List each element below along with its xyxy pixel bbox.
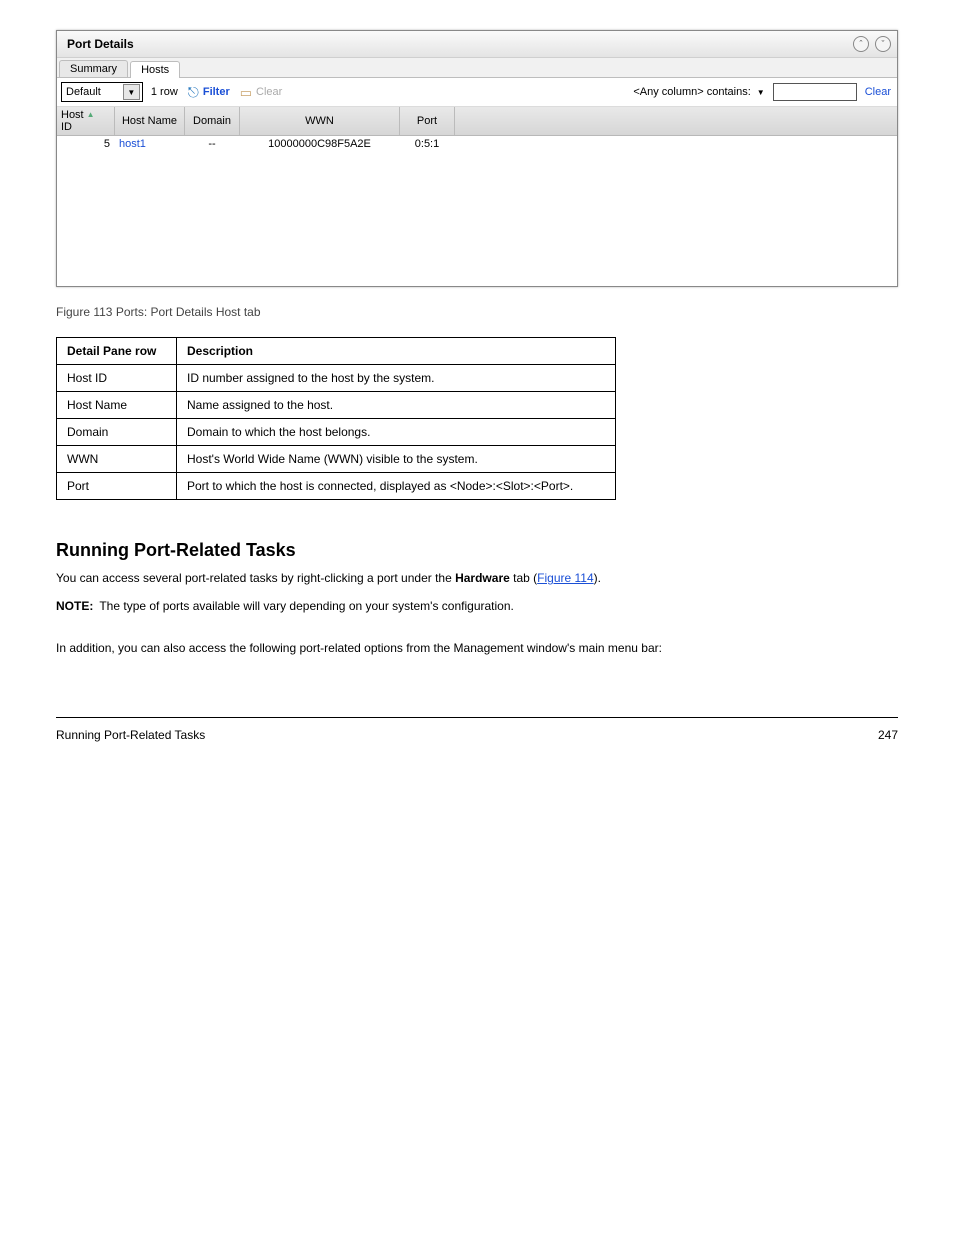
th-detail-pane-row: Detail Pane row — [57, 338, 177, 365]
cell-port: 0:5:1 — [400, 136, 455, 152]
dt-wwn-desc: Host's World Wide Name (WWN) visible to … — [177, 446, 616, 473]
dt-domain-label: Domain — [57, 419, 177, 446]
dt-hostname-label: Host Name — [57, 392, 177, 419]
section-p2: In addition, you can also access the fol… — [56, 639, 898, 657]
footer-title: Running Port-Related Tasks — [56, 728, 205, 742]
filter-icon: ⎋ — [188, 85, 199, 99]
tab-row: Summary Hosts — [57, 58, 897, 78]
table-row[interactable]: 5 host1 -- 10000000C98F5A2E 0:5:1 — [57, 136, 897, 152]
tab-summary[interactable]: Summary — [59, 60, 128, 77]
dt-domain-desc: Domain to which the host belongs. — [177, 419, 616, 446]
grid-body: 5 host1 -- 10000000C98F5A2E 0:5:1 — [57, 136, 897, 286]
clear-filter-icon: ▭ — [240, 86, 252, 99]
table-row: Domain Domain to which the host belongs. — [57, 419, 616, 446]
section-p1: You can access several port-related task… — [56, 569, 898, 587]
col-port[interactable]: Port — [400, 107, 455, 135]
cell-host-id: 5 — [57, 136, 115, 152]
page-footer: Running Port-Related Tasks 247 — [56, 724, 898, 742]
figure-caption: Figure 113 Ports: Port Details Host tab — [56, 305, 898, 319]
col-host-id-l1: Host — [61, 109, 84, 121]
description-table: Detail Pane row Description Host ID ID n… — [56, 337, 616, 500]
tab-hosts[interactable]: Hosts — [130, 61, 180, 78]
note-text: The type of ports available will vary de… — [99, 599, 514, 613]
section-heading: Running Port-Related Tasks — [56, 540, 898, 561]
filter-button[interactable]: ⎋ Filter — [186, 85, 232, 99]
collapse-down-icon[interactable]: ˇ — [875, 36, 891, 52]
dt-hostname-desc: Name assigned to the host. — [177, 392, 616, 419]
filter-button-label: Filter — [203, 86, 230, 98]
clear-link[interactable]: Clear — [863, 86, 893, 98]
dt-port-desc: Port to which the host is connected, dis… — [177, 473, 616, 500]
port-details-panel: Port Details ˆ ˇ Summary Hosts Default ▼… — [56, 30, 898, 287]
dt-wwn-label: WWN — [57, 446, 177, 473]
cell-host-name-link[interactable]: host1 — [115, 136, 185, 152]
table-row: WWN Host's World Wide Name (WWN) visible… — [57, 446, 616, 473]
view-dropdown[interactable]: Default ▼ — [61, 82, 143, 102]
table-row: Host Name Name assigned to the host. — [57, 392, 616, 419]
note-label: NOTE: — [56, 599, 93, 613]
th-description: Description — [177, 338, 616, 365]
cell-wwn: 10000000C98F5A2E — [240, 136, 400, 152]
sort-asc-icon: ▲ — [87, 111, 95, 120]
footer-divider — [56, 717, 898, 718]
row-count-label: 1 row — [149, 86, 180, 98]
anycolumn-filter: <Any column> contains: ▼ — [633, 86, 766, 98]
clear-filter-button[interactable]: ▭ Clear — [238, 86, 285, 99]
filter-input[interactable] — [773, 83, 857, 101]
col-host-id-l2: ID — [61, 121, 72, 133]
anycolumn-label: <Any column> contains: — [633, 86, 750, 98]
panel-titlebar: Port Details ˆ ˇ — [57, 31, 897, 58]
grid-header: Host ▲ ID Host Name Domain WWN Port — [57, 107, 897, 136]
col-host-name[interactable]: Host Name — [115, 107, 185, 135]
chevron-down-icon[interactable]: ▼ — [755, 88, 767, 97]
grid-toolbar: Default ▼ 1 row ⎋ Filter ▭ Clear <Any co… — [57, 78, 897, 107]
clear-filter-label: Clear — [256, 86, 282, 98]
chevron-down-icon: ▼ — [123, 84, 140, 100]
col-host-id[interactable]: Host ▲ ID — [57, 107, 115, 135]
cell-domain: -- — [185, 136, 240, 152]
dt-hostid-label: Host ID — [57, 365, 177, 392]
collapse-up-icon[interactable]: ˆ — [853, 36, 869, 52]
note-block: NOTE: The type of ports available will v… — [56, 599, 898, 613]
table-row: Port Port to which the host is connected… — [57, 473, 616, 500]
figure-link[interactable]: Figure 114 — [537, 571, 593, 585]
col-domain[interactable]: Domain — [185, 107, 240, 135]
col-wwn[interactable]: WWN — [240, 107, 400, 135]
dt-port-label: Port — [57, 473, 177, 500]
footer-page-number: 247 — [878, 728, 898, 742]
view-dropdown-value: Default — [66, 86, 101, 98]
table-row: Host ID ID number assigned to the host b… — [57, 365, 616, 392]
col-spacer — [455, 107, 897, 135]
panel-title: Port Details — [63, 33, 138, 55]
dt-hostid-desc: ID number assigned to the host by the sy… — [177, 365, 616, 392]
